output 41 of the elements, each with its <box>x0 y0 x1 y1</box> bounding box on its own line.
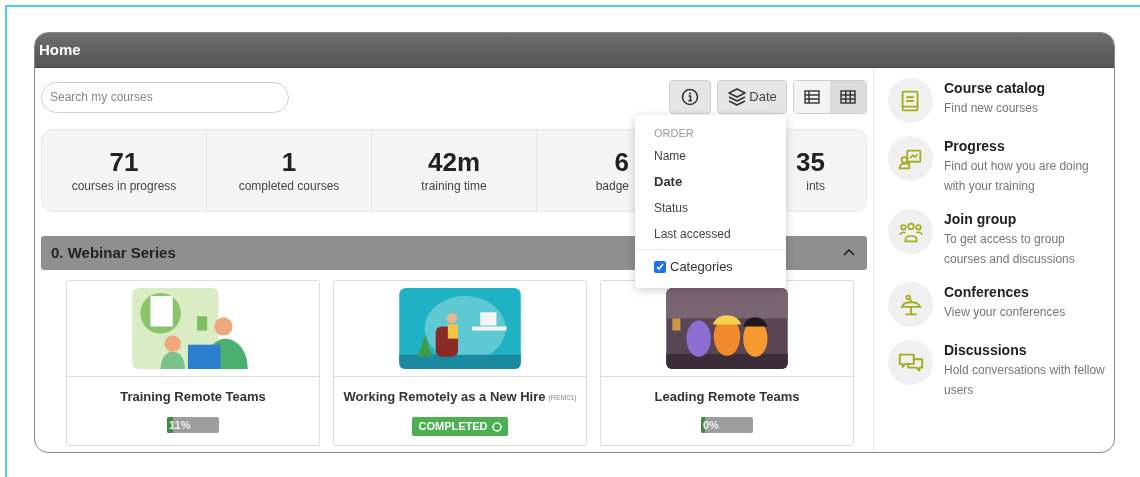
sort-button[interactable]: Date <box>717 80 787 114</box>
list-view-button[interactable] <box>794 81 830 113</box>
grid-view-button[interactable] <box>830 81 866 113</box>
stat-value: 35 <box>796 146 825 177</box>
circle-icon <box>491 421 502 432</box>
course-title: Training Remote Teams <box>120 388 266 407</box>
sidebar-description: Hold conversations with fellow users <box>944 362 1106 399</box>
menu-item[interactable]: Name <box>635 143 786 169</box>
checkbox[interactable] <box>654 261 666 273</box>
stat-label: completed courses <box>238 177 340 195</box>
window-title: Home <box>39 39 81 60</box>
stat-value: 71 <box>109 146 139 177</box>
stat-label: courses in progress <box>71 177 177 195</box>
info-button[interactable] <box>669 80 711 114</box>
course-title: Leading Remote Teams <box>654 388 800 407</box>
sidebar-description: To get access to group courses and discussions <box>944 231 1076 268</box>
menu-heading: ORDER <box>653 126 695 141</box>
sidebar-link[interactable]: Join group <box>944 209 1106 229</box>
stat-value: 6 <box>614 146 629 177</box>
grid-icon <box>839 88 857 106</box>
stat-label: training time <box>421 177 487 195</box>
info-icon <box>681 88 699 106</box>
sidebar-description: View your conferences <box>944 304 1067 321</box>
list-icon <box>803 88 821 106</box>
stat-value: 1 <box>281 146 297 177</box>
search-field[interactable]: Search my courses <box>41 81 289 113</box>
stat-label: badge <box>595 177 629 195</box>
sidebar-description: Find new courses <box>944 100 1040 117</box>
layers-icon <box>727 87 748 107</box>
sidebar-description: Find out how you are doing with your training <box>944 158 1090 195</box>
course-title: Working Remotely as a New Hire <box>343 388 546 407</box>
sidebar-link[interactable]: Conferences <box>944 282 1106 302</box>
stat-value: 42m <box>427 146 480 177</box>
menu-item[interactable]: Status <box>635 195 786 221</box>
stat-label: ints <box>806 177 825 195</box>
completed-badge: COMPLETED <box>412 417 508 436</box>
sidebar-link[interactable]: Discussions <box>944 340 1106 360</box>
section-title: 0. Webinar Series <box>51 242 176 263</box>
sidebar-link[interactable]: Course catalog <box>944 78 1106 98</box>
sidebar-link[interactable]: Progress <box>944 136 1106 156</box>
menu-item[interactable]: Date <box>635 169 786 195</box>
